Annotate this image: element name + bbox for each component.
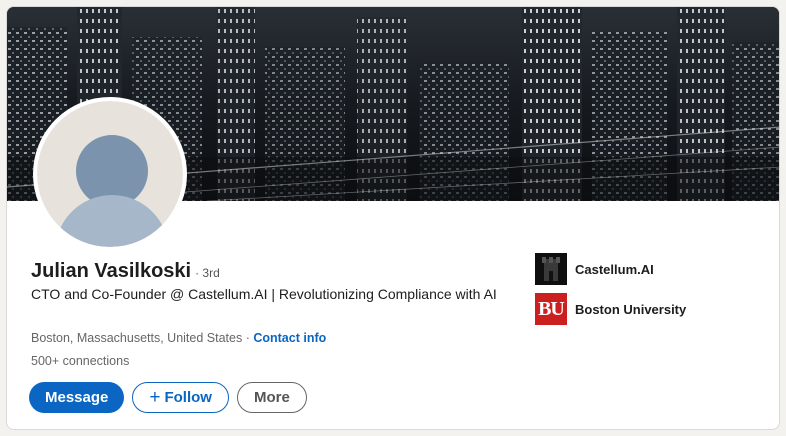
location-row: Boston, Massachusetts, United States · C… [31, 331, 326, 345]
default-avatar-icon [37, 101, 183, 247]
bu-logo-icon: BU [535, 293, 567, 325]
follow-label: Follow [164, 389, 212, 406]
contact-info-link[interactable]: Contact info [253, 331, 326, 345]
message-button[interactable]: Message [29, 382, 125, 413]
plus-icon: + [149, 387, 161, 408]
name-row: Julian Vasilkoski · 3rd [31, 260, 220, 283]
profile-name: Julian Vasilkoski [31, 260, 192, 282]
connection-degree: · 3rd [195, 266, 220, 280]
avatar-body-shape [55, 195, 169, 247]
profile-location: Boston, Massachusetts, United States · [31, 331, 250, 345]
follow-button[interactable]: + Follow [132, 382, 229, 413]
school-item[interactable]: BU Boston University [535, 293, 686, 325]
school-name: Boston University [575, 301, 687, 317]
profile-card: Julian Vasilkoski · 3rd CTO and Co-Found… [6, 6, 780, 430]
company-name: Castellum.AI [575, 261, 654, 277]
connections-count[interactable]: 500+ connections [31, 354, 129, 368]
more-button[interactable]: More [236, 382, 307, 413]
company-item[interactable]: Castellum.AI [535, 253, 686, 285]
castellum-logo-icon [535, 253, 567, 285]
profile-headline: CTO and Co-Founder @ Castellum.AI | Revo… [31, 286, 497, 302]
experience-education-list: Castellum.AI BU Boston University [535, 253, 686, 333]
profile-avatar[interactable] [33, 97, 187, 251]
profile-actions: Message + Follow More [29, 382, 307, 413]
